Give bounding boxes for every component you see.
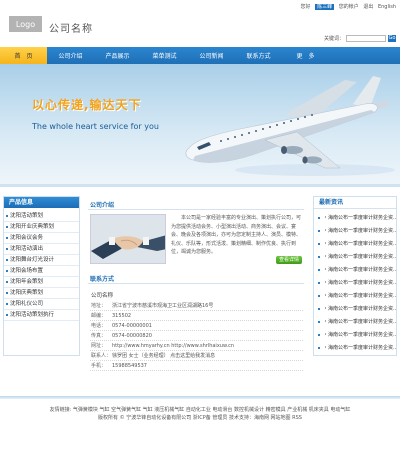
contact-value: 0574-00000001 [112,323,152,329]
sidebar-list: 沈阳活动策划 沈阳开业庆典策划 沈阳会议会务 沈阳活动演出 沈阳舞台灯光设计 沈… [4,208,79,321]
news-item[interactable]: ・海南公布一季度审计财务企资… [314,238,396,251]
news-item[interactable]: ・海南公布一季度审计财务企资… [314,316,396,329]
more-button[interactable]: 查看详情 [276,256,302,264]
news-item[interactable]: ・海南公布一季度审计财务企资… [314,329,396,342]
contact-key: 网址： [91,343,107,349]
search-label: 关键词： [323,36,344,42]
news-panel: 最新资讯 ・海南公布一季度审计财务企资… ・海南公布一季度审计财务企资… ・海南… [313,196,397,356]
contact-key: 手机： [91,363,107,369]
contact-divider [88,283,304,284]
sidebar-item[interactable]: 沈阳礼仪公司 [4,299,79,310]
contact-person-link[interactable]: 徐罗团 女士（业务经理） 点击这里给我发消息 [112,351,215,360]
contact-key: 邮编： [91,313,107,319]
footer-links[interactable]: 友情链接: 气弹簧模块 气缸 空气弹簧气缸 气缸 液压机械气缸 自动化工业 电动… [0,406,400,414]
contact-value: 15988549537 [112,363,147,369]
search-bar: 关键词： Go [324,35,396,42]
contact-value: 0574-00000820 [112,333,152,339]
news-item[interactable]: ・海南公布一季度审计财务企资… [314,225,396,238]
logout-link[interactable]: 退出 [363,4,373,10]
banner-divider [0,184,400,187]
about-title: 公司介绍 [90,202,115,209]
sidebar-item[interactable]: 沈阳会场布置 [4,266,79,277]
about-divider [88,209,304,210]
contact-row-phone: 电话： 0574-00000001 [90,321,303,331]
account-link[interactable]: 您的帐户 [339,4,359,10]
contact-row-website: 网址： http://www.hmyarhy.cn http://www.shr… [90,341,303,351]
logo[interactable]: Logo [9,16,42,32]
greeting-text: 您好 [300,4,311,10]
nav-item-news[interactable]: 公司新闻 [188,47,235,64]
contact-title: 联系方式 [90,276,115,283]
nav-item-contact[interactable]: 联系方式 [235,47,282,64]
contact-key: 联系人： [91,353,112,359]
company-name: 公司名称 [49,24,93,35]
sidebar-item[interactable]: 沈阳庆典策划 [4,288,79,299]
news-item[interactable]: ・海南公布一季度审计财务企资… [314,277,396,290]
sidebar-item[interactable]: 沈阳活动策划 [4,211,79,222]
contact-company-name: 公司名称 [91,293,114,299]
contact-key: 电话： [91,323,107,329]
nav-item-products[interactable]: 产品展示 [94,47,141,64]
contact-row-fax: 传真： 0574-00000820 [90,331,303,341]
handshake-icon [91,215,165,263]
sidebar-item[interactable]: 沈阳活动策划执行 [4,310,79,321]
airplane-image [185,76,395,176]
banner-slogan-cn: 以心传递,输达天下 [32,98,142,112]
sidebar-item[interactable]: 沈阳会议会务 [4,233,79,244]
banner-slogan-en: The whole heart service for you [32,122,159,131]
nav-item-menu-test[interactable]: 菜单测试 [141,47,188,64]
news-item[interactable]: ・海南公布一季度审计财务企资… [314,251,396,264]
news-item[interactable]: ・海南公布一季度审计财务企资… [314,342,396,355]
news-item[interactable]: ・海南公布一季度审计财务企资… [314,264,396,277]
contact-value: 浙江省宁波市慈溪市观海卫工业区润湖路16号 [112,303,214,309]
contact-list: 地址： 浙江省宁波市慈溪市观海卫工业区润湖路16号 邮编： 315502 电话：… [90,301,303,371]
user-link[interactable]: 陈三峰 [315,4,335,10]
footer-copyright: 版权所有 © 宁波华锋自动化设备有限公司 浙ICP备 管理员 技术支持：海南网 … [98,415,302,421]
nav-item-about[interactable]: 公司介绍 [47,47,94,64]
contact-key: 地址： [91,303,107,309]
sidebar-item[interactable]: 沈阳年会策划 [4,277,79,288]
news-list: ・海南公布一季度审计财务企资… ・海南公布一季度审计财务企资… ・海南公布一季度… [314,209,396,355]
news-item[interactable]: ・海南公布一季度审计财务企资… [314,303,396,316]
header: Logo 公司名称 您好 陈三峰 您的帐户 退出 English 关键词： Go [0,0,400,44]
nav-item-home[interactable]: 首 页 [0,47,47,64]
nav-item-more[interactable]: 更 多 [282,47,329,64]
contact-value: 315502 [112,313,132,319]
top-links: 您好 陈三峰 您的帐户 退出 English [298,3,396,10]
sidebar-item[interactable]: 沈阳开业庆典策划 [4,222,79,233]
contact-key: 传真： [91,333,107,339]
footer-divider [0,396,400,399]
sidebar-item[interactable]: 沈阳舞台灯光设计 [4,255,79,266]
sidebar-item[interactable]: 沈阳活动演出 [4,244,79,255]
english-link[interactable]: English [378,4,396,10]
handshake-image [90,214,166,264]
contact-row-person: 联系人： 徐罗团 女士（业务经理） 点击这里给我发消息 [90,351,303,361]
news-item[interactable]: ・海南公布一季度审计财务企资… [314,290,396,303]
website-link[interactable]: http://www.hmyarhy.cn http://www.shrlhai… [112,341,234,350]
contact-row-address: 地址： 浙江省宁波市慈溪市观海卫工业区润湖路16号 [90,301,303,311]
sidebar: 产品信息 沈阳活动策划 沈阳开业庆典策划 沈阳会议会务 沈阳活动演出 沈阳舞台灯… [3,196,80,356]
footer: 友情链接: 气弹簧模块 气缸 空气弹簧气缸 气缸 液压机械气缸 自动化工业 电动… [0,406,400,422]
sidebar-title: 产品信息 [4,197,79,208]
main-nav: 首 页 公司介绍 产品展示 菜单测试 公司新闻 联系方式 更 多 [0,47,400,64]
about-text: 本公司是一家经验丰富的专业演出、策划执行公司，可为您提供活动会务、小型演出活动、… [171,215,302,255]
contact-row-postcode: 邮编： 315502 [90,311,303,321]
search-button[interactable]: Go [388,35,396,42]
search-input[interactable] [346,35,386,42]
news-title: 最新资讯 [314,197,396,209]
banner: 以心传递,输达天下 The whole heart service for yo… [0,64,400,184]
news-item[interactable]: ・海南公布一季度审计财务企资… [314,212,396,225]
contact-row-mobile: 手机： 15988549537 [90,361,303,371]
